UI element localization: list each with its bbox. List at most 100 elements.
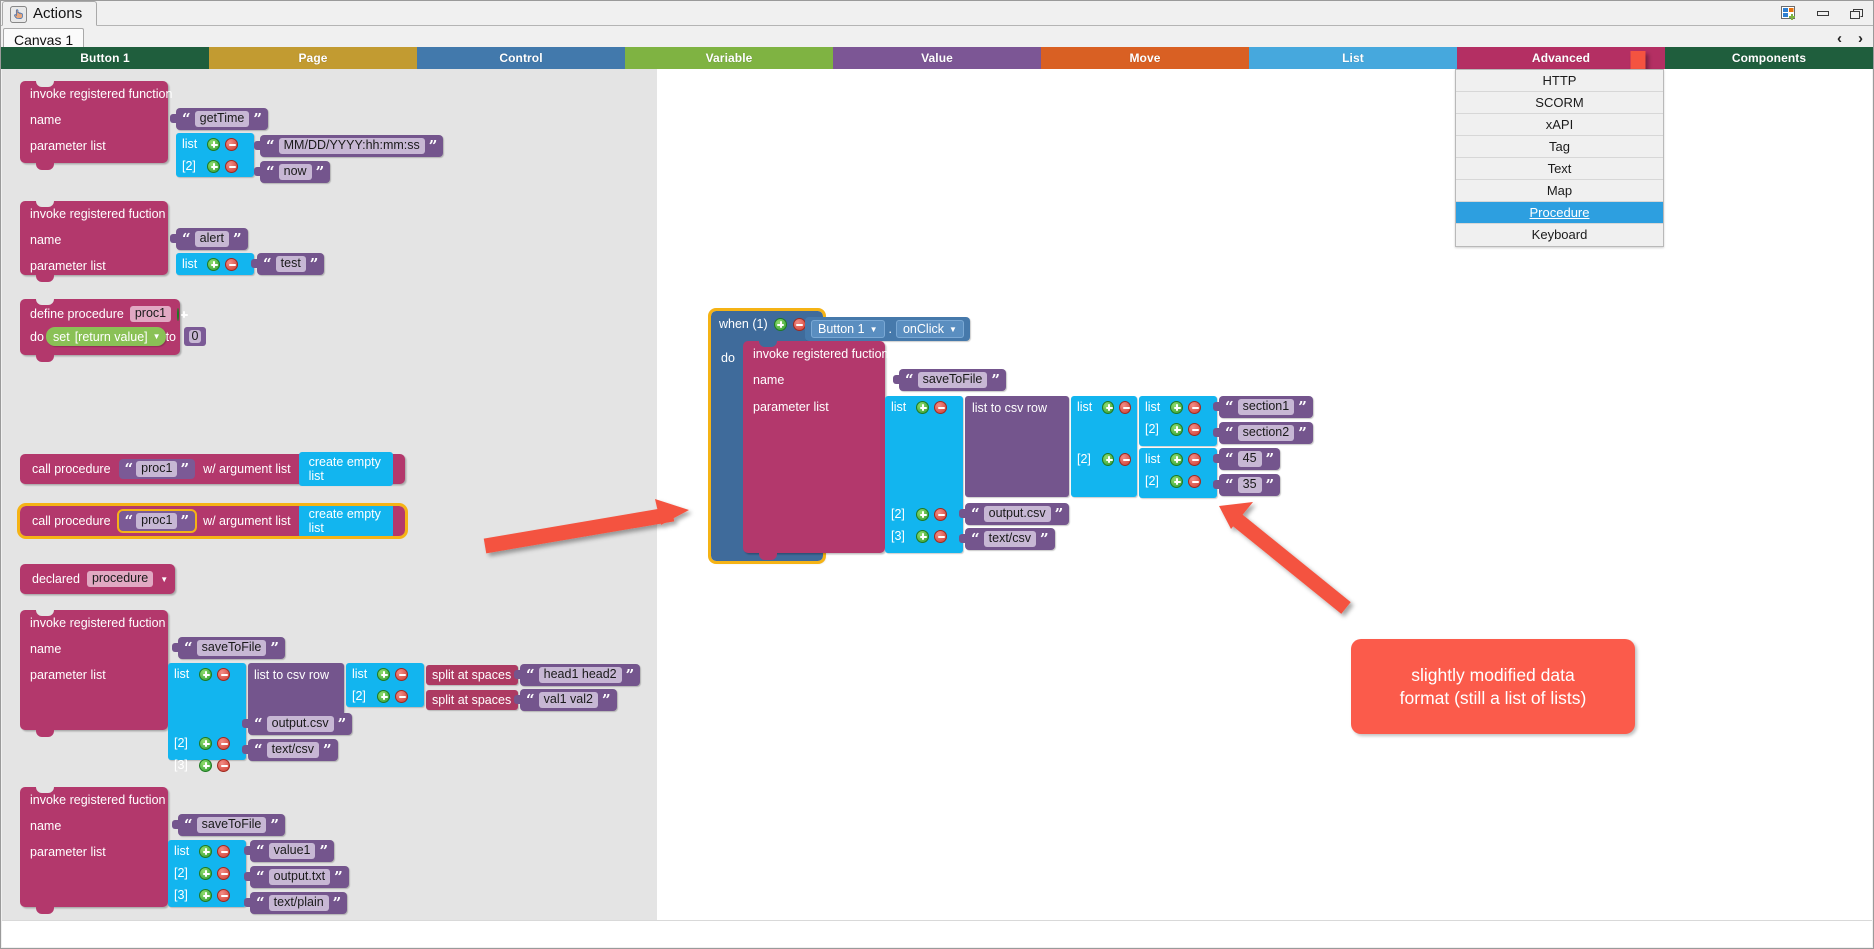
string-saveToFile[interactable]: “ saveToFile ”: [892, 369, 1007, 391]
add-item-icon[interactable]: [1102, 452, 1114, 466]
block-set-return-value[interactable]: set [return value] ▼ to: [46, 327, 176, 346]
block-invoke-alert[interactable]: invoke registered fuction name parameter…: [20, 200, 168, 282]
add-item-icon[interactable]: [199, 736, 212, 750]
string-date-format[interactable]: “ MM/DD/YYYY:hh:mm:ss ”: [253, 135, 444, 157]
list-block-alert-params[interactable]: list: [176, 253, 254, 275]
string-alert[interactable]: “ alert ”: [170, 228, 248, 250]
remove-item-icon[interactable]: [395, 689, 408, 703]
list-block-inner-2[interactable]: list [2]: [1139, 448, 1217, 498]
list-block-saveToFile-csv-params[interactable]: list [2] [3]: [168, 663, 246, 772]
list-block-inner-1[interactable]: list [2]: [1139, 396, 1217, 446]
add-item-icon[interactable]: [1170, 422, 1183, 436]
number-value[interactable]: 0: [188, 330, 202, 343]
return-value-dropdown[interactable]: [return value]: [75, 330, 148, 344]
remove-item-icon[interactable]: [225, 257, 238, 271]
remove-item-icon[interactable]: [217, 667, 230, 681]
string-value[interactable]: text/csv: [983, 531, 1037, 547]
add-item-icon[interactable]: [1170, 452, 1183, 466]
block-split-at-spaces-1[interactable]: split at spaces: [426, 665, 518, 685]
dropdown-item-map[interactable]: Map: [1456, 180, 1663, 202]
add-item-icon[interactable]: [1170, 474, 1183, 488]
string-value[interactable]: 45: [1237, 451, 1262, 467]
block-call-procedure-1[interactable]: call procedure “ proc1 ” w/ argument lis…: [20, 452, 405, 486]
remove-item-icon[interactable]: [934, 507, 947, 521]
string-text-csv[interactable]: “ text/csv ”: [959, 528, 1055, 550]
add-item-icon[interactable]: [377, 667, 390, 681]
string-test[interactable]: “ test ”: [250, 253, 325, 275]
string-text-plain[interactable]: “ text/plain ”: [243, 892, 348, 914]
string-value[interactable]: proc1: [136, 513, 178, 529]
category-tab-components[interactable]: Components: [1665, 47, 1873, 69]
add-item-icon[interactable]: [1170, 400, 1183, 414]
chevron-down-icon[interactable]: ▼: [949, 325, 957, 334]
add-item-icon[interactable]: [199, 888, 212, 902]
list-block-canvas-params[interactable]: list [2] [3]: [885, 396, 963, 553]
string-value[interactable]: value1: [268, 843, 316, 859]
remove-event-icon[interactable]: [792, 317, 806, 331]
dropdown-item-keyboard[interactable]: Keyboard: [1456, 224, 1663, 246]
string-value[interactable]: getTime: [194, 111, 250, 127]
block-number-zero[interactable]: 0: [184, 327, 206, 346]
dropdown-item-tag[interactable]: Tag: [1456, 136, 1663, 158]
string-value[interactable]: output.csv: [983, 506, 1051, 522]
string-value[interactable]: now: [278, 164, 312, 180]
string-section2[interactable]: “ section2 ”: [1213, 422, 1313, 444]
string-value[interactable]: val1 val2: [538, 692, 598, 708]
block-create-empty-list[interactable]: create empty list: [298, 504, 393, 538]
string-value[interactable]: saveToFile: [196, 640, 267, 656]
chevron-down-icon[interactable]: ▼: [870, 325, 878, 334]
block-invoke-saveToFile-txt[interactable]: invoke registered fuction name parameter…: [20, 786, 168, 914]
add-event-icon[interactable]: [773, 317, 787, 331]
string-35[interactable]: “ 35 ”: [1212, 474, 1281, 496]
add-item-icon[interactable]: [199, 667, 212, 681]
string-value[interactable]: section2: [1237, 425, 1295, 441]
category-tab-page[interactable]: Page: [209, 47, 417, 69]
category-tab-control[interactable]: Control: [417, 47, 625, 69]
add-window-icon[interactable]: [1779, 5, 1799, 23]
block-invoke-saveToFile-csv[interactable]: invoke registered fuction name parameter…: [20, 609, 168, 737]
category-tab-list[interactable]: List: [1249, 47, 1457, 69]
add-item-icon[interactable]: [916, 507, 929, 521]
string-45[interactable]: “ 45 ”: [1212, 448, 1281, 470]
remove-item-icon[interactable]: [395, 667, 408, 681]
string-output-txt[interactable]: “ output.txt ”: [244, 866, 349, 888]
string-output-csv[interactable]: “ output.csv ”: [241, 713, 353, 735]
dropdown-item-http[interactable]: HTTP: [1456, 70, 1663, 92]
list-block-saveToFile-txt-params[interactable]: list [2] [3]: [168, 840, 246, 907]
string-now[interactable]: “ now ”: [253, 161, 331, 183]
minimize-icon[interactable]: [1813, 5, 1833, 23]
string-text-csv[interactable]: “ text/csv ”: [242, 739, 338, 761]
category-tab-value[interactable]: Value: [833, 47, 1041, 69]
category-tab-advanced[interactable]: Advanced: [1457, 47, 1665, 69]
chevron-down-icon[interactable]: ▼: [153, 332, 161, 341]
dropdown-item-scorm[interactable]: SCORM: [1456, 92, 1663, 114]
add-item-icon[interactable]: [199, 866, 212, 880]
remove-item-icon[interactable]: [1188, 452, 1201, 466]
add-item-icon[interactable]: [207, 257, 220, 271]
remove-item-icon[interactable]: [1188, 422, 1201, 436]
list-block-csv-rows[interactable]: list [2]: [346, 663, 424, 707]
dropdown-item-text[interactable]: Text: [1456, 158, 1663, 180]
remove-item-icon[interactable]: [1188, 474, 1201, 488]
string-val1-val2[interactable]: “ val1 val2 ”: [514, 689, 617, 711]
remove-item-icon[interactable]: [225, 159, 238, 173]
dropdown-item-procedure[interactable]: Procedure: [1456, 202, 1663, 224]
add-item-icon[interactable]: [207, 137, 220, 151]
category-tab-move[interactable]: Move: [1041, 47, 1249, 69]
string-proc1[interactable]: “ proc1 ”: [116, 509, 198, 533]
string-proc1[interactable]: “ proc1 ”: [118, 459, 196, 479]
string-value[interactable]: test: [275, 256, 306, 272]
category-tab-button-1[interactable]: Button 1: [1, 47, 209, 69]
remove-item-icon[interactable]: [1188, 400, 1201, 414]
block-create-empty-list[interactable]: create empty list: [298, 452, 393, 486]
string-saveToFile[interactable]: “ saveToFile ”: [171, 637, 286, 659]
string-value[interactable]: head1 head2: [538, 667, 622, 683]
remove-item-icon[interactable]: [217, 844, 230, 858]
add-item-icon[interactable]: [377, 689, 390, 703]
remove-item-icon[interactable]: [217, 736, 230, 750]
string-output-csv[interactable]: “ output.csv ”: [958, 503, 1070, 525]
add-item-icon[interactable]: [916, 400, 929, 414]
string-value[interactable]: text/csv: [266, 742, 320, 758]
string-saveToFile[interactable]: “ saveToFile ”: [171, 814, 286, 836]
remove-item-icon[interactable]: [225, 137, 238, 151]
